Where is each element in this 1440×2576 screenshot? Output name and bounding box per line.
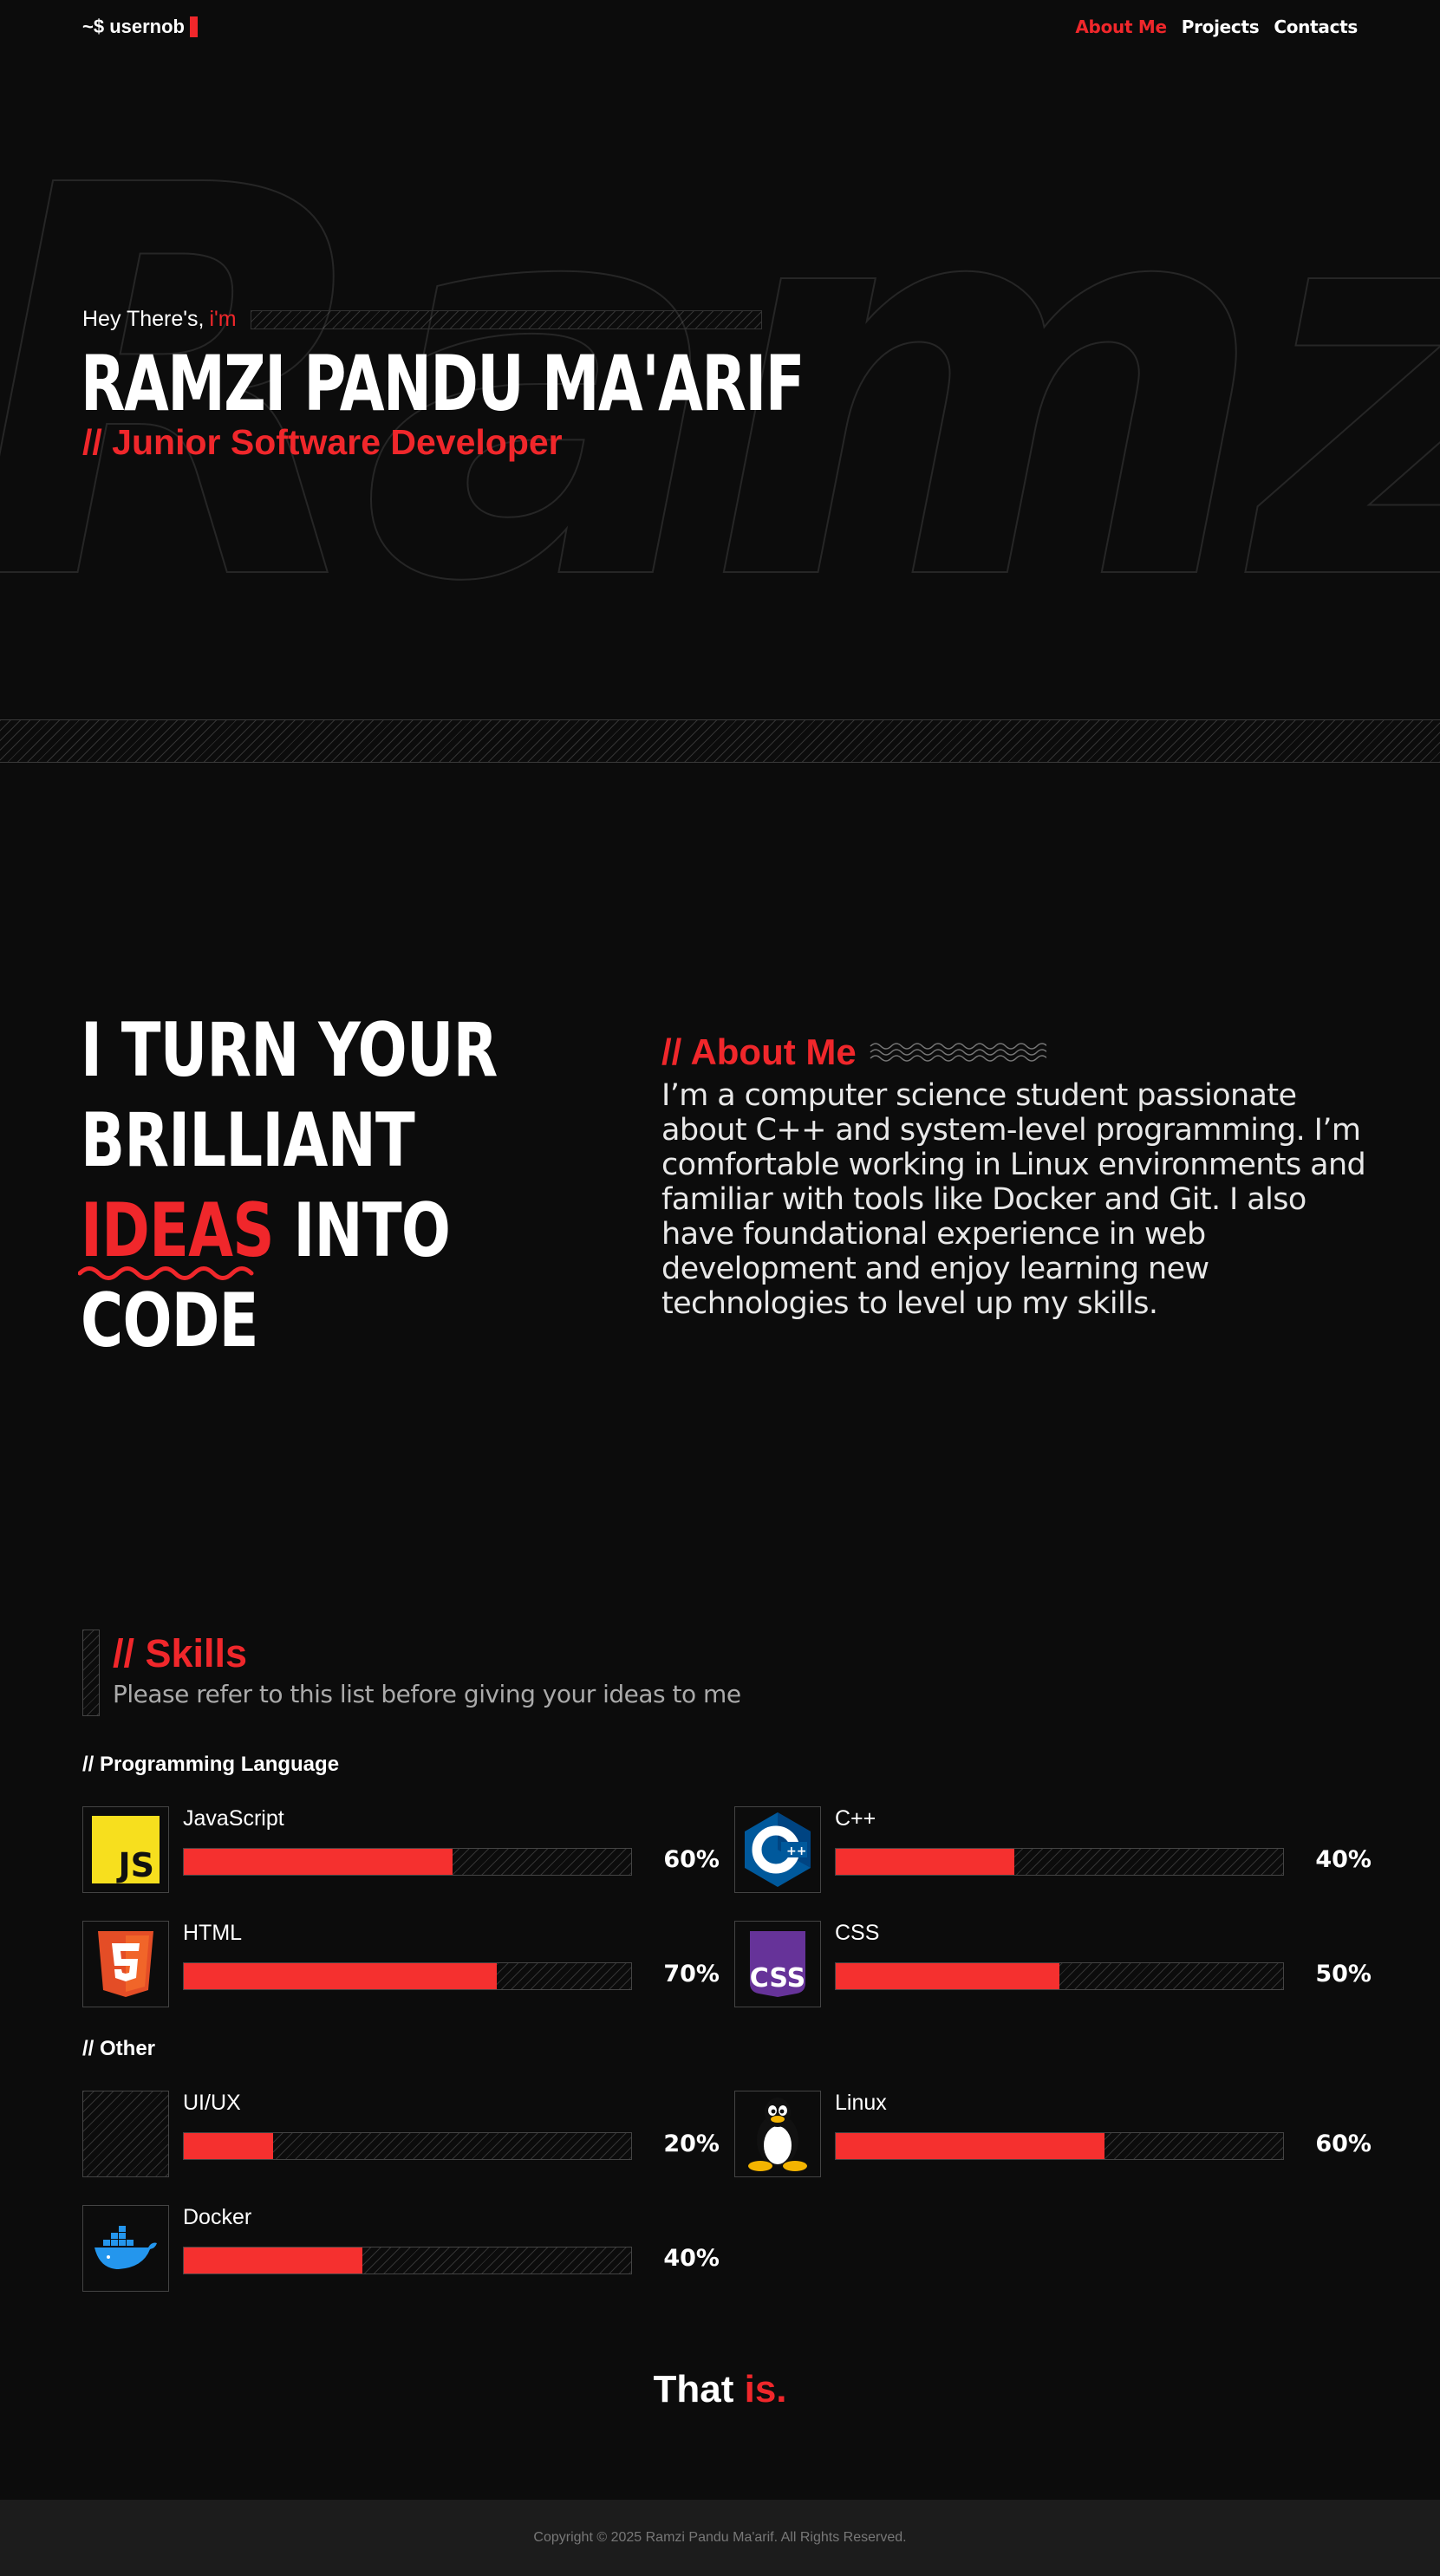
skill-progress-fill [184, 2133, 274, 2159]
about-heading: // About Me [661, 1031, 1046, 1073]
skill-percent: 40% [1315, 1846, 1372, 1873]
skill-docker: Docker 40% [82, 2205, 720, 2293]
skill-icon-box [82, 2205, 169, 2292]
footer: Copyright © 2025 Ramzi Pandu Ma'arif. Al… [0, 2500, 1440, 2576]
skill-html: HTML 70% [82, 1921, 720, 2009]
tagline-line-1: I TURN YOUR [81, 1007, 498, 1094]
skill-icon-box-empty [82, 2091, 169, 2177]
skill-name: C++ [835, 1806, 876, 1831]
tagline-line-2: BRILLIANT [81, 1097, 415, 1184]
skill-progress-track [183, 1848, 632, 1876]
skill-name: Linux [835, 2091, 887, 2115]
skill-percent: 70% [663, 1961, 720, 1987]
skill-progress-fill [836, 1849, 1015, 1875]
cursor-block-icon [189, 16, 198, 37]
html5-icon [98, 1931, 153, 1997]
svg-text:CSS: CSS [750, 1963, 805, 1994]
skill-icon-box: JS [82, 1806, 169, 1893]
group-title-programming: // Programming Language [82, 1753, 340, 1776]
skill-progress-track [835, 2132, 1284, 2160]
skill-icon-box [734, 2091, 821, 2177]
skill-percent: 60% [1315, 2130, 1372, 2157]
skill-cpp: ++ C++ 40% [734, 1806, 1372, 1895]
tagline-line-3: IDEAS INTO [81, 1186, 497, 1276]
greeting-accent: i'm [209, 307, 237, 331]
greeting-text: Hey There's, [82, 307, 205, 331]
tagline-line-3-rest: INTO [273, 1187, 451, 1274]
skill-ui-ux: UI/UX 20% [82, 2091, 720, 2179]
skill-name: JavaScript [183, 1806, 284, 1831]
tagline-line-4: CODE [81, 1278, 258, 1364]
group-title-other: // Other [82, 2037, 156, 2060]
nav-link-about-me[interactable]: About Me [1075, 16, 1167, 37]
hero-name: RAMZI PANDU MA'ARIF [81, 339, 805, 428]
cpp-icon: ++ [745, 1812, 811, 1887]
skill-css: CSS CSS 50% [734, 1921, 1372, 2009]
skill-icon-box [82, 1921, 169, 2007]
hero-role: // Junior Software Developer [82, 422, 563, 462]
site-logo[interactable]: ~$ usernob [82, 16, 198, 38]
linux-tux-icon [748, 2098, 807, 2171]
css-icon: CSS [750, 1931, 805, 1997]
svg-text:++: ++ [786, 1844, 806, 1858]
skills-title: // Skills [113, 1631, 248, 1675]
skill-percent: 40% [663, 2245, 720, 2272]
skill-icon-box: CSS [734, 1921, 821, 2007]
javascript-icon: JS [92, 1816, 160, 1883]
skill-icon-box: ++ [734, 1806, 821, 1893]
skill-name: UI/UX [183, 2091, 241, 2115]
tagline: I TURN YOUR BRILLIANT IDEAS INTO CODE [81, 1005, 498, 1366]
logo-text: ~$ usernob [82, 16, 185, 37]
hero-greeting: Hey There's, i'm [82, 307, 762, 332]
footer-copyright: Copyright © 2025 Ramzi Pandu Ma'arif. Al… [533, 2530, 907, 2545]
docker-icon [94, 2226, 157, 2269]
about-description: I’m a computer science student passionat… [661, 1078, 1366, 1321]
nav-links: About Me Projects Contacts [1075, 16, 1358, 37]
wave-decoration-icon [870, 1043, 1046, 1062]
skill-percent: 20% [663, 2130, 720, 2157]
skill-name: Docker [183, 2205, 252, 2229]
skill-javascript: JS JavaScript 60% [82, 1806, 720, 1895]
nav-link-projects[interactable]: Projects [1182, 16, 1260, 37]
skill-progress-fill [836, 2133, 1104, 2159]
skill-progress-track [183, 2247, 632, 2274]
skill-progress-fill [184, 1963, 498, 1989]
skill-progress-fill [836, 1963, 1059, 1989]
skills-accent-bar [82, 1630, 100, 1716]
nav-link-contacts[interactable]: Contacts [1274, 16, 1358, 37]
skill-progress-track [183, 1962, 632, 1990]
squiggle-underline-icon [78, 1266, 254, 1280]
skill-name: CSS [835, 1921, 880, 1945]
skill-linux: Linux 60% [734, 2091, 1372, 2179]
skill-name: HTML [183, 1921, 243, 1945]
outro-main: That [653, 2368, 734, 2410]
svg-text:JS: JS [115, 1846, 154, 1883]
skill-progress-track [835, 1848, 1284, 1876]
greeting-hatch-strip [250, 309, 762, 329]
outro-accent: is. [744, 2368, 787, 2410]
navbar: ~$ usernob About Me Projects Contacts [82, 14, 1358, 40]
skill-percent: 60% [663, 1846, 720, 1873]
skill-progress-track [183, 2132, 632, 2160]
skill-percent: 50% [1315, 1961, 1372, 1987]
skills-subtitle: Please refer to this list before giving … [113, 1680, 741, 1708]
section-divider [0, 719, 1440, 763]
skill-progress-fill [184, 2247, 363, 2274]
tagline-accent: IDEAS [81, 1187, 275, 1274]
outro-text: That is. [0, 2368, 1440, 2411]
about-title: // About Me [661, 1031, 857, 1072]
skill-progress-fill [184, 1849, 453, 1875]
skill-progress-track [835, 1962, 1284, 1990]
